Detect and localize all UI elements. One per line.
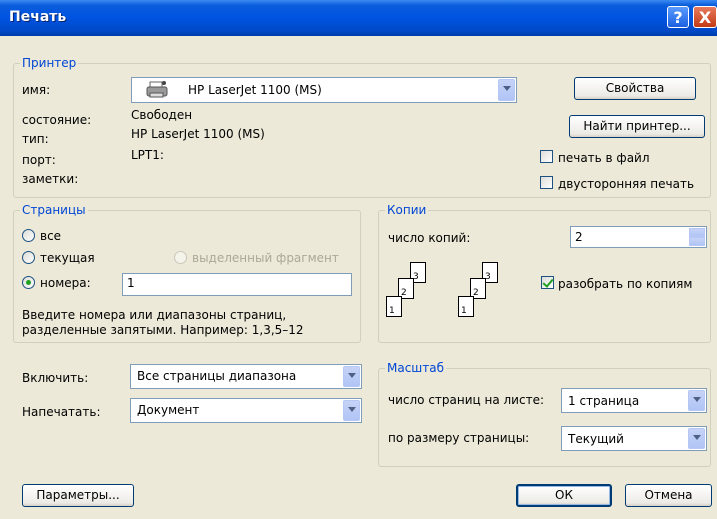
pages-all-radio[interactable] bbox=[22, 229, 35, 242]
collate-label[interactable]: разобрать по копиям bbox=[558, 277, 692, 291]
page-number-1: 1 bbox=[389, 306, 395, 316]
window-title: Печать bbox=[9, 9, 67, 25]
include-select[interactable]: Все страницы диапазона bbox=[130, 364, 362, 389]
duplex-checkbox[interactable] bbox=[540, 176, 553, 189]
pages-legend: Страницы bbox=[20, 203, 88, 217]
pages-per-sheet-select[interactable]: 1 страница bbox=[561, 388, 707, 413]
pages-numbers-input[interactable]: 1 bbox=[122, 273, 352, 296]
checkmark-icon bbox=[542, 276, 554, 288]
page-number-1: 1 bbox=[461, 306, 467, 316]
type-value: HP LaserJet 1100 (MS) bbox=[131, 127, 265, 141]
scale-label: по размеру страницы: bbox=[388, 431, 530, 445]
pages-hint-line2: разделенные запятыми. Например: 1,3,5–12 bbox=[22, 323, 304, 337]
chevron-down-icon[interactable] bbox=[498, 79, 515, 101]
chevron-down-icon[interactable] bbox=[343, 366, 360, 387]
print-what-label: Напечатать: bbox=[22, 405, 101, 419]
include-value: Все страницы диапазона bbox=[137, 369, 297, 383]
scale-value: Текущий bbox=[568, 432, 624, 446]
collate-illustration: 3 2 1 3 2 1 bbox=[386, 262, 526, 334]
collate-checkbox[interactable] bbox=[541, 276, 554, 289]
print-to-file-checkbox[interactable] bbox=[540, 150, 553, 163]
page-icon: 1 bbox=[386, 296, 402, 317]
radio-dot-icon bbox=[26, 280, 31, 285]
include-label: Включить: bbox=[22, 371, 89, 385]
copies-count-input[interactable]: 2 bbox=[570, 226, 707, 248]
printer-icon bbox=[146, 81, 168, 99]
copies-count-value: 2 bbox=[575, 230, 583, 244]
page-icon: 1 bbox=[458, 296, 474, 317]
status-label: состояние: bbox=[22, 113, 92, 127]
type-label: тип: bbox=[22, 132, 49, 146]
copies-legend: Копии bbox=[385, 203, 429, 217]
port-label: порт: bbox=[22, 153, 56, 167]
port-value: LPT1: bbox=[131, 148, 164, 162]
copies-count-label: число копий: bbox=[388, 231, 471, 245]
spin-up-icon[interactable] bbox=[689, 228, 705, 237]
pages-numbers-radio[interactable] bbox=[22, 276, 35, 289]
find-printer-button[interactable]: Найти принтер... bbox=[569, 115, 705, 138]
pages-per-sheet-value: 1 страница bbox=[568, 394, 640, 408]
chevron-down-icon[interactable] bbox=[688, 428, 705, 449]
printer-name-value: HP LaserJet 1100 (MS) bbox=[188, 83, 322, 97]
pages-current-radio[interactable] bbox=[22, 251, 35, 264]
help-icon[interactable]: ? bbox=[667, 6, 689, 28]
print-what-select[interactable]: Документ bbox=[130, 398, 362, 423]
print-what-value: Документ bbox=[137, 403, 200, 417]
chevron-down-icon[interactable] bbox=[688, 390, 705, 411]
pages-numbers-value: 1 bbox=[127, 276, 135, 290]
status-value: Свободен bbox=[131, 108, 193, 122]
pages-all-label[interactable]: все bbox=[40, 229, 61, 243]
spin-down-icon[interactable] bbox=[689, 237, 705, 246]
properties-button[interactable]: Свойства bbox=[574, 77, 696, 100]
printer-name-select[interactable]: HP LaserJet 1100 (MS) bbox=[131, 77, 517, 103]
pages-hint-line1: Введите номера или диапазоны страниц, bbox=[22, 308, 287, 322]
scale-select[interactable]: Текущий bbox=[561, 426, 707, 451]
chevron-down-icon[interactable] bbox=[343, 400, 360, 421]
cancel-button[interactable]: Отмена bbox=[625, 484, 712, 507]
printer-legend: Принтер bbox=[20, 56, 79, 70]
pages-selection-label: выделенный фрагмент bbox=[192, 251, 339, 265]
print-to-file-label[interactable]: печать в файл bbox=[558, 151, 650, 165]
ok-button[interactable]: ОК bbox=[516, 484, 612, 507]
notes-label: заметки: bbox=[22, 172, 79, 186]
printer-name-label: имя: bbox=[22, 83, 51, 97]
pages-selection-radio bbox=[174, 251, 187, 264]
pages-current-label[interactable]: текущая bbox=[40, 251, 95, 265]
options-button[interactable]: Параметры... bbox=[22, 484, 134, 507]
zoom-group: Масштаб bbox=[378, 361, 711, 467]
duplex-label[interactable]: двусторонняя печать bbox=[558, 177, 694, 191]
pages-per-sheet-label: число страниц на листе: bbox=[388, 393, 544, 407]
title-bar: Печать ? X bbox=[0, 0, 717, 36]
pages-numbers-label[interactable]: номера: bbox=[40, 276, 91, 290]
close-icon[interactable]: X bbox=[693, 6, 717, 28]
zoom-legend: Масштаб bbox=[385, 361, 447, 375]
